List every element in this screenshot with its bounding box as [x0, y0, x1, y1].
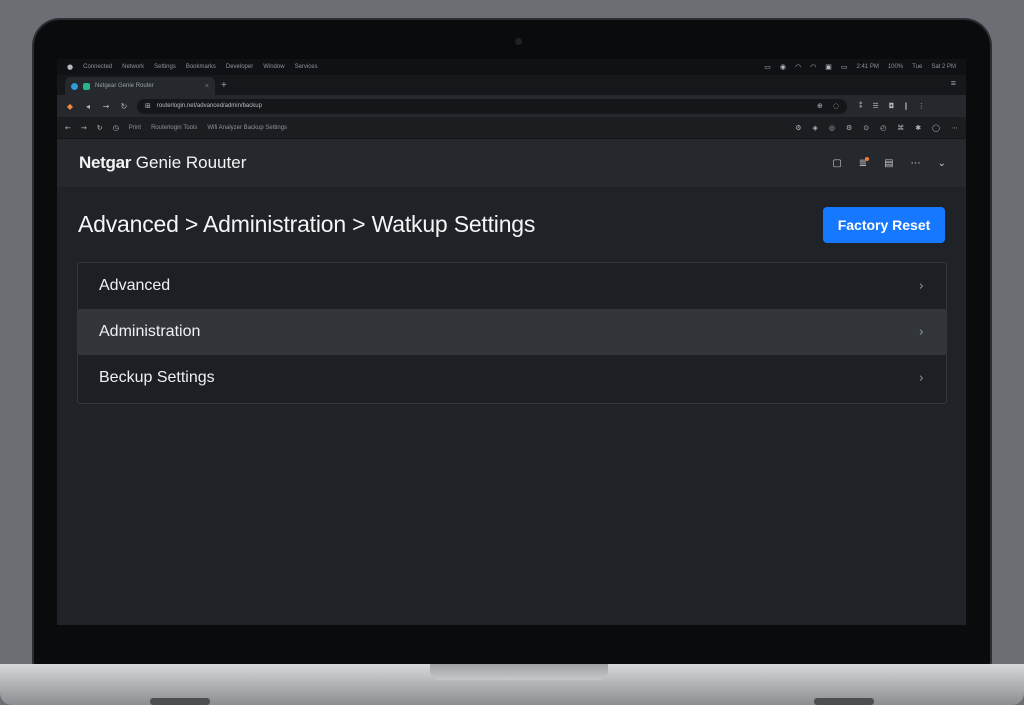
bookmark-item[interactable]: Wifi Analyzer Backup Settings [207, 125, 287, 131]
reload-icon[interactable]: ↻ [97, 124, 103, 132]
screen: ● Connected Network Settings Bookmarks D… [57, 59, 966, 625]
url-text[interactable]: routerlogin.net/advanced/admin/backup [157, 103, 262, 109]
code-icon[interactable]: ⌘ [897, 124, 904, 132]
menubar-item[interactable]: Developer [226, 64, 253, 70]
favicon-icon [83, 82, 90, 90]
chevron-right-icon: › [918, 370, 924, 386]
settings-menu: Advanced › Administration › Beckup Setti… [77, 262, 947, 404]
history-icon[interactable]: ◷ [113, 124, 119, 132]
site-info-icon[interactable]: ⊞ [145, 102, 151, 110]
forward-icon[interactable]: → [101, 102, 111, 111]
menubar-item[interactable]: Network [122, 64, 144, 70]
browser-tab[interactable]: Netgear Genie Router × [65, 77, 215, 95]
zoom-icon[interactable]: ⊕ [817, 102, 823, 110]
header-actions: ▢ ≣ ▤ ⋯ ⌄ [832, 156, 946, 169]
main-content: Advanced > Administration > Watkup Setti… [57, 187, 966, 587]
download-icon[interactable]: ⊙ [863, 124, 869, 132]
settings-icon[interactable]: ⚙ [795, 124, 801, 132]
status-text: 100% [887, 64, 904, 70]
toolbar-actions: ⁑ ☰ ◘ ‖ ⋮ [859, 102, 925, 110]
menubar-item[interactable]: Settings [154, 64, 176, 70]
battery-icon[interactable]: ▭ [841, 63, 848, 71]
menu-item-backup-settings[interactable]: Beckup Settings › [78, 355, 946, 401]
page-title: Advanced > Administration > Watkup Setti… [78, 211, 536, 237]
chevron-right-icon: › [918, 278, 924, 294]
status-text: Tue [912, 64, 923, 70]
display-icon[interactable]: ▤ [884, 158, 893, 169]
app-header: Netgar Genie Rouuter ▢ ≣ ▤ ⋯ ⌄ [57, 139, 966, 187]
brand-bold: Netgar [79, 153, 132, 172]
os-menubar: ● Connected Network Settings Bookmarks D… [57, 59, 966, 75]
battery-icon[interactable]: ▭ [764, 63, 771, 71]
brand-rest: Genie Rouuter [131, 153, 247, 172]
apple-icon[interactable]: ● [67, 63, 73, 71]
laptop-foot [814, 698, 874, 705]
wifi-icon[interactable]: ◠ [810, 63, 816, 71]
share-icon[interactable]: ◎ [829, 124, 835, 132]
more-icon[interactable]: ⋮ [918, 102, 925, 110]
shield-icon[interactable]: ◈ [813, 124, 818, 132]
back-icon[interactable]: ← [65, 124, 71, 132]
lock-icon[interactable]: ▣ [825, 63, 832, 71]
menu-item-label: Beckup Settings [99, 369, 215, 386]
menubar-item[interactable]: Window [263, 64, 284, 70]
new-tab-icon[interactable]: + [221, 77, 227, 95]
extensions-icon[interactable]: ⁑ [859, 102, 863, 110]
tab-title: Netgear Genie Router [95, 83, 154, 89]
browser-tabstrip: Netgear Genie Router × + ≡ [57, 75, 966, 95]
menu-item-label: Advanced [99, 277, 171, 294]
menu-item-advanced[interactable]: Advanced › [78, 263, 946, 309]
reload-icon[interactable]: ↻ [119, 102, 129, 111]
menu-item-label: Administration [99, 323, 201, 340]
menubar-item[interactable]: Services [295, 64, 318, 70]
menubar-item[interactable]: Bookmarks [186, 64, 216, 70]
laptop-notch [430, 664, 608, 680]
menu-item-administration[interactable]: Administration › [78, 309, 946, 355]
chevron-down-icon[interactable]: ⌄ [938, 158, 946, 169]
browser-toolbar: ◆ ◂ → ↻ ⊞ routerlogin.net/advanced/admin… [57, 95, 966, 117]
back-icon[interactable]: ◂ [83, 102, 93, 111]
status-text: Sat 2 PM [931, 64, 956, 70]
menubar-item[interactable]: Connected [83, 64, 112, 70]
chat-icon[interactable]: ◘ [889, 102, 895, 110]
notifications-icon[interactable]: ≣ [859, 156, 870, 169]
shield-icon[interactable]: ◆ [65, 102, 75, 111]
factory-reset-button[interactable]: Factory Reset [823, 207, 945, 243]
bookmark-item[interactable]: Print [129, 125, 141, 131]
settings-icon[interactable]: ⚙ [846, 124, 852, 132]
sound-icon[interactable]: ◉ [780, 63, 786, 71]
favicon-icon [71, 82, 78, 90]
list-icon[interactable]: ☰ [873, 102, 879, 110]
bookmark-icons: ⚙ ◈ ◎ ⚙ ⊙ ◴ ⌘ ✱ ◯ ⋯ [795, 124, 958, 132]
bookmark-item[interactable]: Routerlogin Tools [151, 125, 197, 131]
status-text: 2:41 PM [856, 64, 879, 70]
more-icon[interactable]: ⋯ [951, 124, 958, 132]
laptop-foot [150, 698, 210, 705]
device-icon[interactable]: ▢ [832, 158, 841, 169]
webcam [515, 38, 522, 45]
bookmark-star-icon[interactable]: ◌ [833, 102, 839, 110]
address-bar[interactable]: ⊞ routerlogin.net/advanced/admin/backup … [137, 98, 847, 114]
tab-menu-icon[interactable]: ≡ [951, 78, 956, 88]
sidebar-icon[interactable]: ‖ [904, 102, 908, 110]
clock-icon[interactable]: ◴ [880, 124, 886, 132]
bookmarks-bar: ← → ↻ ◷ Print Routerlogin Tools Wifi Ana… [57, 117, 966, 139]
chevron-right-icon: › [918, 324, 924, 340]
forward-icon[interactable]: → [81, 124, 87, 132]
close-tab-icon[interactable]: × [205, 83, 209, 90]
puzzle-icon[interactable]: ✱ [915, 124, 921, 132]
wifi-icon[interactable]: ◠ [795, 63, 801, 71]
more-icon[interactable]: ⋯ [911, 158, 921, 169]
menubar-status: ▭ ◉ ◠ ◠ ▣ ▭ 2:41 PM 100% Tue Sat 2 PM [764, 63, 956, 71]
brand-logo[interactable]: Netgar Genie Rouuter [79, 153, 246, 173]
profile-icon[interactable]: ◯ [932, 124, 940, 132]
